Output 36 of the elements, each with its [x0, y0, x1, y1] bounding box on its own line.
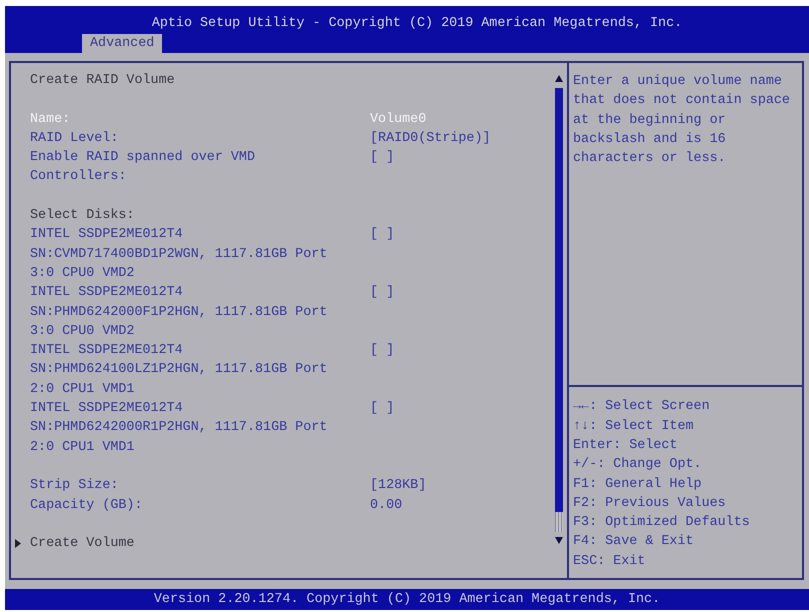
submenu-item[interactable]: Create Volume — [15, 534, 134, 554]
setting-label[interactable]: Enable RAID spanned over VMD Controllers: — [30, 148, 336, 187]
option-value[interactable]: [128KB] — [370, 476, 426, 496]
key-hint: +/-: Change Opt. — [573, 456, 702, 474]
setting-label[interactable]: RAID Level: — [30, 128, 336, 148]
version-text: Version 2.20.1274. Copyright (C) 2019 American Megatrends, Inc. — [154, 592, 660, 607]
setting-label[interactable]: INTEL SSDPE2ME012T4 SN:PHMD6242000F1P2HGN, 1117.81GB Port 3:0 CPU0 VMD2 — [30, 283, 336, 342]
checkbox[interactable]: [ ] — [370, 148, 394, 168]
setting-label[interactable]: Strip Size: — [30, 476, 336, 496]
scroll-thumb[interactable] — [555, 88, 563, 512]
setting-label[interactable]: INTEL SSDPE2ME012T4 SN:PHMD624100LZ1P2HGN, 1117.81GB Port 2:0 CPU1 VMD1 — [30, 341, 336, 400]
scroll-down-icon[interactable] — [555, 537, 563, 544]
menu-tab[interactable]: Advanced — [82, 34, 162, 53]
key-hint: F2: Previous Values — [573, 494, 726, 513]
setting-label[interactable]: INTEL SSDPE2ME012T4 SN:PHMD6242000R1P2HGN, 1117.81GB Port 2:0 CPU1 VMD1 — [30, 399, 336, 457]
key-hint: →←: Select Screen — [573, 398, 710, 416]
help-text: Enter a unique volume name that does not contain space at the beginning or backslash and is 16 characters or less. — [573, 73, 791, 168]
key-hint: F3: Optimized Defaults — [573, 514, 750, 532]
checkbox[interactable]: [ ] — [370, 225, 394, 245]
option-value[interactable]: [RAID0(Stripe)] — [370, 128, 491, 148]
setting-label[interactable]: INTEL SSDPE2ME012T4 SN:CVMD717400BD1P2WGN, 1117.81GB Port 3:0 CPU0 VMD2 — [30, 225, 336, 284]
checkbox[interactable]: [ ] — [370, 283, 394, 303]
caret-icon — [15, 539, 21, 548]
checkbox[interactable]: [ ] — [370, 341, 394, 360]
scroll-up-icon[interactable] — [555, 75, 563, 82]
checkbox[interactable]: [ ] — [370, 399, 394, 418]
key-hint: Enter: Select — [573, 436, 678, 455]
group-heading: Select Disks: — [30, 207, 136, 226]
key-hint: ESC: Exit — [573, 552, 646, 571]
key-hint: F1: General Help — [573, 476, 702, 494]
key-hint: ↑↓: Select Item — [573, 418, 694, 436]
section-title: Create RAID Volume — [30, 72, 175, 90]
setting-label: Capacity (GB): — [30, 496, 144, 515]
key-hint: F4: Save & Exit — [573, 533, 694, 552]
setting-value: 0.00 — [370, 496, 402, 515]
window-title: Aptio Setup Utility - Copyright (C) 2019 American Megatrends, Inc. — [152, 16, 682, 31]
